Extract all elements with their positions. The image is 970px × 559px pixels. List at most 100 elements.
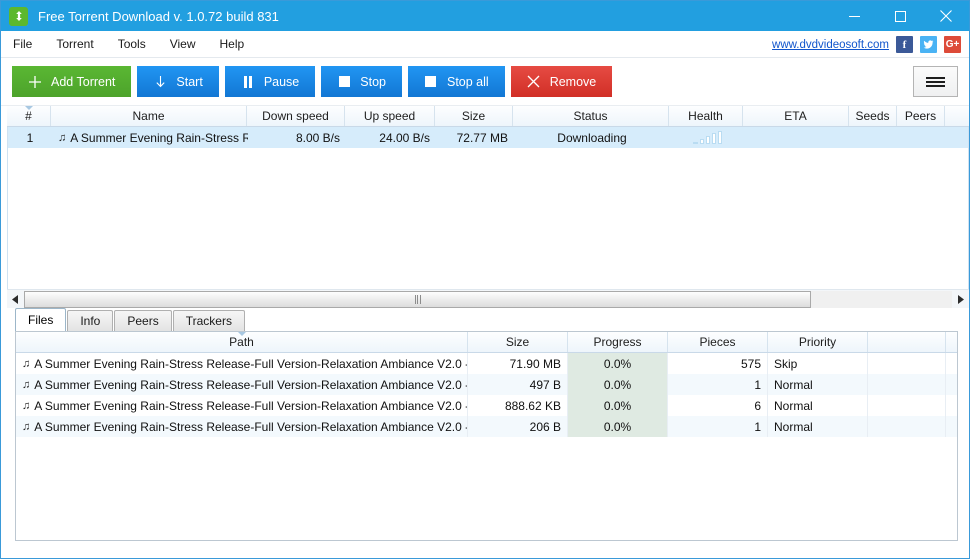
twitter-icon[interactable]: [920, 36, 937, 53]
status-bar: [1, 550, 969, 558]
torrent-column-header-name[interactable]: Name: [51, 106, 247, 126]
files-column-header-size[interactable]: Size: [468, 332, 568, 352]
torrent-peers: [898, 127, 946, 148]
file-progress: 0.0%: [568, 416, 668, 437]
column-label: #: [25, 109, 32, 123]
menu-bar: File Torrent Tools View Help www.dvdvide…: [1, 31, 969, 58]
menu-bar-right: www.dvdvideosoft.com f G+: [772, 31, 961, 58]
file-size: 71.90 MB: [468, 353, 568, 374]
stop-square-icon: [337, 75, 351, 89]
file-row-filler: [868, 395, 946, 416]
file-priority-text: Skip: [774, 356, 798, 371]
maximize-icon[interactable]: [877, 1, 923, 31]
file-row-filler: [868, 374, 946, 395]
torrent-column-header-up-speed[interactable]: Up speed: [345, 106, 435, 126]
torrent-column-header-eta[interactable]: ETA: [743, 106, 849, 126]
music-note-icon: ♫: [22, 420, 31, 433]
torrent-seeds: [850, 127, 898, 148]
pause-icon: [241, 75, 255, 89]
files-column-header-pieces[interactable]: Pieces: [668, 332, 768, 352]
file-row[interactable]: ♫ A Summer Evening Rain-Stress Release-Fu…: [16, 374, 957, 395]
tab-peers[interactable]: Peers: [114, 310, 172, 331]
scrollbar-thumb[interactable]: [24, 290, 811, 308]
file-size: 206 B: [468, 416, 568, 437]
torrent-down-speed-text: 8.00 B/s: [295, 130, 340, 145]
torrent-column-header-status[interactable]: Status: [513, 106, 669, 126]
torrent-column-header-down-speed[interactable]: Down speed: [247, 106, 345, 126]
file-row-filler: [868, 416, 946, 437]
file-priority-text: Normal: [774, 377, 813, 392]
menu-item-view[interactable]: View: [158, 34, 208, 54]
files-column-header-priority[interactable]: Priority: [768, 332, 868, 352]
file-path: ♫ A Summer Evening Rain-Stress Release-Fu…: [16, 395, 468, 416]
files-column-header-path[interactable]: Path: [16, 332, 468, 352]
torrent-size-text: 72.77 MB: [456, 130, 508, 145]
x-icon: [527, 75, 541, 89]
torrent-column-header-size[interactable]: Size: [435, 106, 513, 126]
file-progress-text: 0.0%: [603, 419, 632, 434]
menu-item-file[interactable]: File: [1, 34, 44, 54]
column-label: Up speed: [363, 109, 416, 123]
close-icon[interactable]: [923, 1, 969, 31]
torrent-column-header-peers[interactable]: Peers: [897, 106, 945, 126]
torrent-health: [670, 127, 744, 148]
file-pieces-text: 575: [740, 356, 761, 371]
file-progress-text: 0.0%: [603, 398, 632, 413]
scroll-right-icon[interactable]: [952, 291, 969, 308]
sort-ascending-icon: [237, 332, 246, 336]
file-row[interactable]: ♫ A Summer Evening Rain-Stress Release-Fu…: [16, 416, 957, 437]
file-pieces: 1: [668, 416, 768, 437]
minimize-icon[interactable]: [831, 1, 877, 31]
file-row-filler: [868, 353, 946, 374]
music-note-icon: ♫: [22, 378, 31, 391]
torrent-column-header-seeds[interactable]: Seeds: [849, 106, 897, 126]
file-priority: Normal: [768, 374, 868, 395]
stop-button[interactable]: Stop: [321, 66, 402, 97]
file-progress-text: 0.0%: [603, 356, 632, 371]
torrent-row[interactable]: 1 ♫ A Summer Evening Rain-Stress R 8.00 B/s…: [8, 127, 968, 148]
menu-item-tools[interactable]: Tools: [106, 34, 158, 54]
stop-square-icon: [424, 75, 438, 89]
scrollbar-track[interactable]: [24, 290, 952, 308]
file-priority-text: Normal: [774, 419, 813, 434]
file-pieces-text: 1: [754, 419, 761, 434]
tab-files[interactable]: Files: [15, 308, 67, 331]
file-pieces: 6: [668, 395, 768, 416]
menu-item-help[interactable]: Help: [208, 34, 257, 54]
torrent-column-header--[interactable]: #: [7, 106, 51, 126]
plus-icon: [28, 75, 42, 89]
file-pieces: 575: [668, 353, 768, 374]
google-plus-icon[interactable]: G+: [944, 36, 961, 53]
start-button[interactable]: Start: [137, 66, 219, 97]
file-progress: 0.0%: [568, 353, 668, 374]
torrent-up-speed-text: 24.00 B/s: [379, 130, 430, 145]
column-label: Priority: [798, 335, 837, 349]
music-note-icon: ♫: [58, 131, 67, 144]
download-arrow-icon: [9, 6, 28, 26]
remove-button[interactable]: Remove: [510, 66, 613, 97]
hamburger-menu-icon[interactable]: [913, 66, 958, 97]
pause-button[interactable]: Pause: [224, 66, 316, 97]
facebook-icon[interactable]: f: [896, 36, 913, 53]
remove-label: Remove: [549, 74, 597, 89]
window-controls: [831, 1, 969, 31]
tab-info[interactable]: Info: [67, 310, 114, 331]
torrent-index: 1: [8, 127, 52, 148]
scroll-left-icon[interactable]: [7, 291, 24, 308]
file-size-text: 888.62 KB: [504, 398, 561, 413]
add-torrent-button[interactable]: Add Torrent: [12, 66, 132, 97]
file-row[interactable]: ♫ A Summer Evening Rain-Stress Release-Fu…: [16, 395, 957, 416]
files-column-header-progress[interactable]: Progress: [568, 332, 668, 352]
torrent-index-text: 1: [26, 130, 34, 145]
add-torrent-label: Add Torrent: [51, 74, 116, 89]
menu-item-torrent[interactable]: Torrent: [44, 34, 105, 54]
detail-tabs: Files Info Peers Trackers: [1, 308, 969, 331]
file-progress: 0.0%: [568, 395, 668, 416]
website-link[interactable]: www.dvdvideosoft.com: [772, 39, 889, 51]
files-column-header-blank[interactable]: [868, 332, 946, 352]
horizontal-scrollbar[interactable]: [7, 289, 969, 308]
stop-all-button[interactable]: Stop all: [407, 66, 505, 97]
torrent-column-header-health[interactable]: Health: [669, 106, 743, 126]
tab-trackers[interactable]: Trackers: [172, 310, 245, 331]
file-row[interactable]: ♫ A Summer Evening Rain-Stress Release-Fu…: [16, 353, 957, 374]
